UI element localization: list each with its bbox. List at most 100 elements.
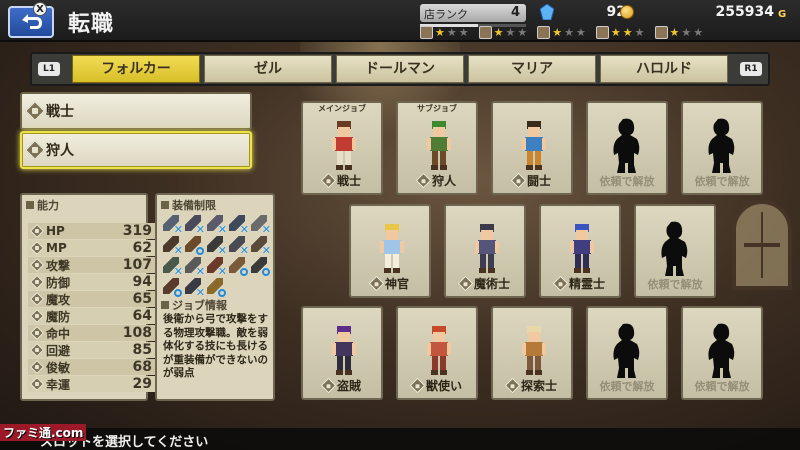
job-card-label: 依頼で解放: [647, 278, 703, 291]
diamond-bullet-icon: [29, 325, 45, 341]
job-card-locked[interactable]: 依頼で解放: [586, 306, 668, 400]
job-card[interactable]: 探索士: [491, 306, 573, 400]
ability-row: HP 319: [28, 223, 156, 239]
locked-silhouette-icon: [708, 118, 735, 173]
equipment-slot: ✕: [249, 213, 271, 236]
equipment-panel-title: 装備制限: [157, 195, 273, 215]
diamond-bullet-icon: [29, 274, 45, 290]
star-icon: ★: [576, 26, 586, 39]
star-icon: ★: [552, 26, 563, 39]
background-window: [732, 200, 792, 290]
job-card-locked[interactable]: 依頼で解放: [586, 101, 668, 195]
crafting-skill: ★ ★ ★: [478, 26, 528, 39]
equipment-slot: ✕: [161, 255, 183, 278]
character-sprite-icon: [522, 326, 546, 375]
diamond-bullet-icon: [29, 342, 45, 358]
job-card[interactable]: 盗賊: [301, 306, 383, 400]
top-bar: X 転職 店ランク 4 92 255934 G ★ ★ ★ ★ ★ ★ ★ ★ ★ ★ ★ ★ ★ ★ ★: [0, 0, 800, 42]
job-card-name: 依頼で解放: [683, 173, 761, 189]
crafting-skill: ★ ★ ★: [420, 26, 469, 39]
shop-rank-value: 4: [510, 5, 520, 20]
loom-icon: [595, 26, 609, 39]
job-card-label: 魔術士: [473, 277, 510, 291]
l1-button[interactable]: L1: [38, 62, 60, 76]
job-info-title: ジョブ情報: [161, 297, 227, 313]
job-card[interactable]: 神官: [349, 204, 431, 298]
locked-silhouette-icon: [613, 118, 640, 173]
job-card-label: 戦士: [336, 174, 361, 188]
ability-label: 幸運: [46, 377, 71, 392]
ability-row: 魔攻 65: [28, 291, 156, 307]
star-icon: ★: [622, 26, 633, 39]
tab-character[interactable]: ゼル: [204, 55, 332, 83]
job-card[interactable]: メインジョブ 戦士: [301, 101, 383, 195]
equipment-slot: ✕: [205, 255, 227, 278]
star-icon: ★: [517, 26, 528, 39]
job-card[interactable]: 闘士: [491, 101, 573, 195]
diamond-bullet-icon: [29, 240, 45, 256]
star-icon: ★: [669, 26, 680, 39]
ability-label: 命中: [46, 326, 71, 341]
ability-label: 俊敏: [46, 360, 71, 375]
ability-label: 回避: [46, 343, 71, 358]
pot-icon: [478, 26, 492, 39]
equipment-slot: ✕: [161, 234, 183, 257]
job-card[interactable]: 魔術士: [444, 204, 526, 298]
gem-count: 92: [606, 4, 626, 20]
watermark-logo: ファミ通.com: [0, 424, 87, 441]
ability-row: 防御 94: [28, 274, 156, 290]
ability-value: 62: [132, 240, 152, 256]
crafting-skill: ★ ★ ★: [654, 26, 703, 39]
diamond-bullet-icon: [25, 140, 45, 160]
job-card-label: 精霊士: [568, 277, 605, 291]
shop-rank-label: 店ランク: [424, 8, 468, 21]
equipment-slot: ✕: [205, 213, 227, 236]
tab-character[interactable]: マリア: [468, 55, 596, 83]
ability-row: 回避 85: [28, 342, 156, 358]
tab-character[interactable]: フォルカー: [72, 55, 200, 83]
equipment-slot: ✕: [161, 213, 183, 236]
ability-label: 攻撃: [46, 258, 71, 273]
equipment-panel: 装備制限 ✕ ✕ ✕ ✕ ✕ ✕ ✕ ✕ ✕ ✕ ✕ ✕ ✕ ジョブ情報 後衛から弓で攻撃をする物理攻撃…: [155, 193, 275, 401]
job-card-locked[interactable]: 依頼で解放: [634, 204, 716, 298]
diamond-bullet-icon: [320, 172, 337, 189]
equipment-slot: ✕: [249, 234, 271, 257]
job-card-locked[interactable]: 依頼で解放: [681, 101, 763, 195]
job-card-name: 依頼で解放: [588, 378, 666, 394]
crafting-skill-row: ★ ★ ★ ★ ★ ★ ★ ★ ★ ★ ★ ★ ★ ★ ★: [420, 25, 796, 40]
back-button[interactable]: [8, 6, 54, 38]
tab-character[interactable]: ドールマン: [336, 55, 464, 83]
job-slot[interactable]: 戦士: [20, 92, 252, 130]
gold-amount: 255934: [715, 4, 774, 20]
diamond-bullet-icon: [29, 376, 45, 392]
ability-value: 29: [132, 376, 152, 392]
can-equip-mark-icon: [262, 268, 270, 276]
ability-label: 魔攻: [46, 292, 71, 307]
tab-character[interactable]: ハロルド: [600, 55, 728, 83]
diamond-bullet-icon: [457, 275, 474, 292]
character-sprite-icon: [522, 121, 546, 170]
job-card[interactable]: 獣使い: [396, 306, 478, 400]
can-equip-mark-icon: [218, 289, 226, 297]
job-card-label: 獣使い: [425, 379, 462, 393]
ability-row: 攻撃 107: [28, 257, 156, 273]
job-card-name: 依頼で解放: [588, 173, 666, 189]
job-card-label: 依頼で解放: [694, 380, 750, 393]
job-card[interactable]: サブジョブ 狩人: [396, 101, 478, 195]
crafting-skill: ★ ★ ★: [537, 26, 586, 39]
job-card-locked[interactable]: 依頼で解放: [681, 306, 763, 400]
ability-value: 85: [132, 342, 152, 358]
job-slot[interactable]: 狩人: [20, 131, 252, 169]
job-card[interactable]: 精霊士: [539, 204, 621, 298]
ability-value: 68: [132, 359, 152, 375]
equipment-slot: [161, 276, 182, 297]
diamond-bullet-icon: [29, 257, 45, 273]
job-card-name: 狩人: [398, 172, 476, 189]
ability-row: 幸運 29: [28, 376, 156, 392]
equipment-slot: ✕: [183, 255, 205, 278]
equipment-slot: ✕: [205, 234, 227, 257]
job-card-label: 神官: [384, 277, 409, 291]
x-button-badge: X: [33, 2, 47, 16]
ability-row: 魔防 64: [28, 308, 156, 324]
r1-button[interactable]: R1: [740, 62, 762, 76]
